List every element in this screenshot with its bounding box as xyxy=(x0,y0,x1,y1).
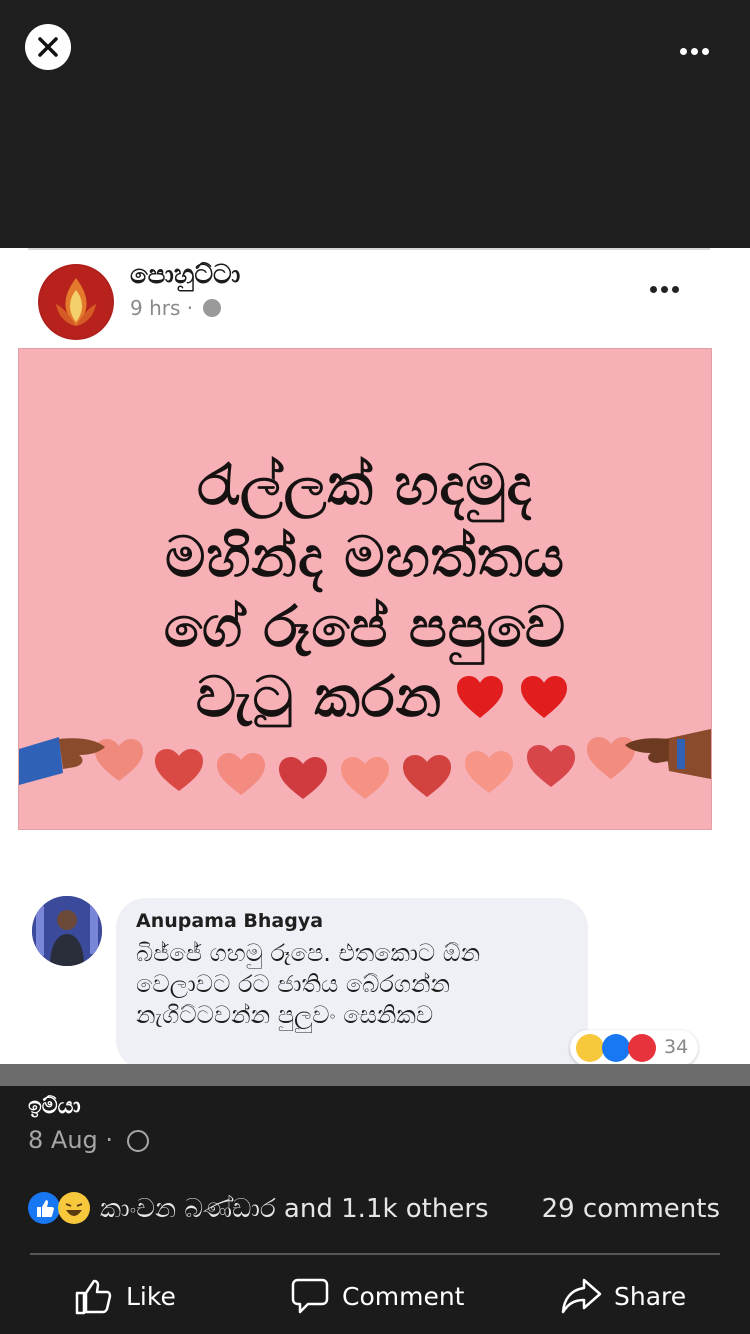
comment-reactions[interactable]: 34 xyxy=(570,1030,698,1064)
lotus-logo-icon xyxy=(40,266,112,338)
photo-divider xyxy=(28,248,710,250)
page-avatar xyxy=(38,264,114,340)
comment-text: බිජ්ජේ ගහමු රූපෙ. එතකොට ඕන වෙලාවට රට ජාත… xyxy=(136,939,481,1029)
post-author[interactable]: ඉම්යා xyxy=(28,1094,81,1119)
reaction-summary[interactable]: කාංචන බණ්ඩාර and 1.1k others xyxy=(100,1194,489,1225)
caption-overlay-edge xyxy=(0,1064,750,1086)
left-hand-illustration xyxy=(19,737,105,785)
close-icon xyxy=(38,37,58,57)
post-more-button[interactable] xyxy=(650,278,690,293)
comment-label: Comment xyxy=(342,1282,465,1311)
post-photo[interactable]: පොහුට්ටා 9 hrs · රැල්ලක් හදමුද මහින්ද මහ… xyxy=(0,248,750,1064)
more-horizontal-icon xyxy=(650,286,657,293)
like-reaction-icon xyxy=(28,1192,60,1224)
post-time-text: 9 hrs · xyxy=(130,296,194,320)
globe-icon xyxy=(203,299,222,317)
viewer-top-bar xyxy=(0,0,750,248)
share-label: Share xyxy=(614,1282,687,1311)
person-photo xyxy=(32,896,102,966)
post-date-text: 8 Aug · xyxy=(28,1126,114,1154)
share-icon xyxy=(561,1278,602,1314)
haha-reaction-icon xyxy=(576,1034,604,1062)
comment-reaction-count: 34 xyxy=(664,1036,689,1058)
post-time: 9 hrs · xyxy=(130,296,222,320)
comment-button[interactable]: Comment xyxy=(290,1276,465,1316)
post-date: 8 Aug · xyxy=(28,1126,149,1154)
like-label: Like xyxy=(126,1282,176,1311)
haha-reaction-icon xyxy=(58,1192,90,1224)
more-options-button[interactable] xyxy=(680,40,720,55)
page-name[interactable]: පොහුට්ටා xyxy=(130,260,240,291)
close-button[interactable] xyxy=(25,24,71,70)
more-horizontal-icon xyxy=(680,48,687,55)
like-reaction-icon xyxy=(602,1034,630,1062)
card-line-2: මහින්ද මහත්තය xyxy=(165,525,565,590)
comment-icon xyxy=(291,1278,329,1314)
like-button[interactable]: Like xyxy=(74,1276,184,1316)
share-button[interactable]: Share xyxy=(560,1276,690,1316)
commenter-avatar[interactable] xyxy=(32,896,102,966)
actions-divider xyxy=(30,1253,720,1255)
love-reaction-icon xyxy=(628,1034,656,1062)
thumbs-up-icon xyxy=(75,1279,112,1315)
hearts-chain-illustration xyxy=(95,737,635,799)
right-hand-illustration xyxy=(625,729,711,779)
card-line-1: රැල්ලක් හදමුද xyxy=(197,453,533,518)
comments-count[interactable]: 29 comments xyxy=(542,1194,720,1224)
comment-author[interactable]: Anupama Bhagya xyxy=(136,910,323,932)
globe-icon xyxy=(126,1130,149,1152)
comment-bubble: Anupama Bhagya බිජ්ජේ ගහමු රූපෙ. එතකොට ඕ… xyxy=(116,898,588,1064)
post-footer: ඉම්යා 8 Aug · කාංචන බණ්ඩාර and 1.1k othe… xyxy=(0,1086,750,1334)
card-line-3: ගේ රූපේ පපුවෙ xyxy=(163,595,567,660)
quote-card: රැල්ලක් හදමුද මහින්ද මහත්තය ගේ රූපේ පපුව… xyxy=(18,348,712,830)
